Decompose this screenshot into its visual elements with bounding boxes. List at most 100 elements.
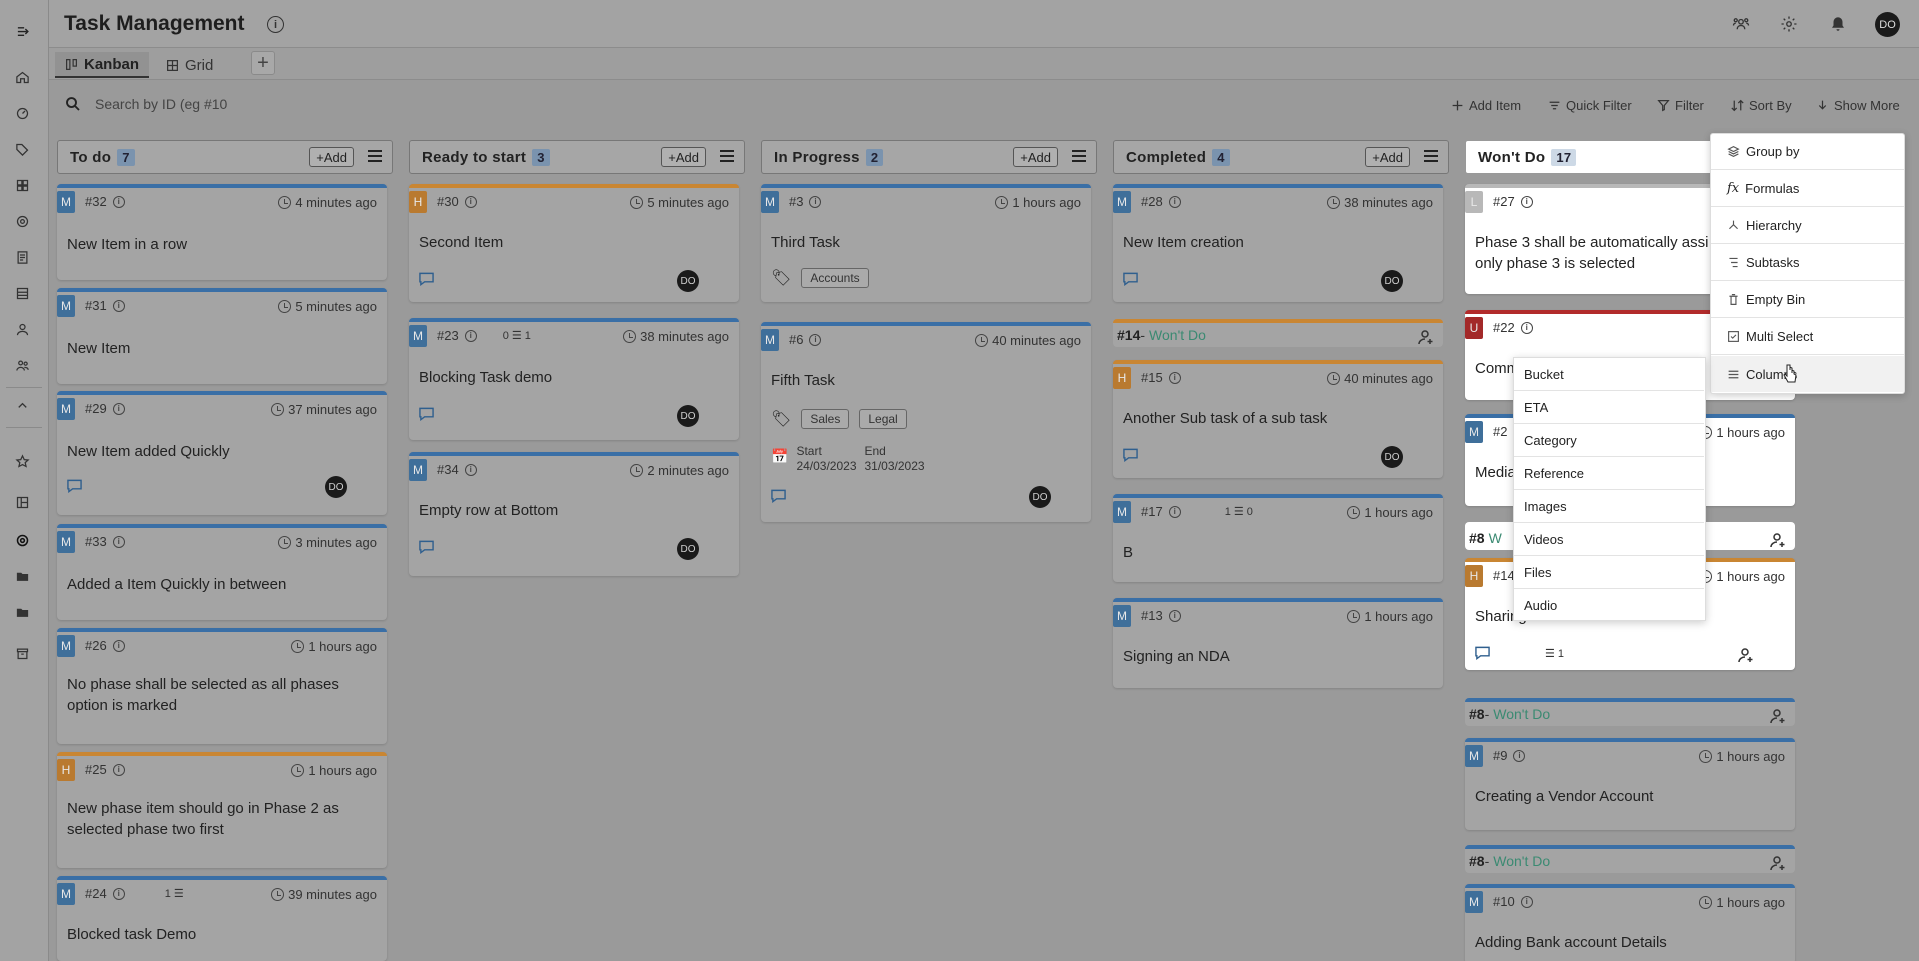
task-card[interactable]: H #30 i 5 minutes ago Second Item DO [409,184,739,302]
assign-user-icon[interactable] [1417,328,1435,346]
tag[interactable]: Legal [859,409,907,429]
menu-item-columns[interactable]: Columns [1711,356,1904,392]
task-card[interactable]: M #28 i 38 minutes ago New Item creation … [1113,184,1443,302]
team-icon[interactable] [1731,14,1751,34]
comment-icon[interactable] [1123,448,1139,463]
info-icon[interactable]: i [464,329,477,342]
comment-icon[interactable] [67,479,83,494]
assign-user-icon[interactable] [1769,531,1787,549]
task-card[interactable]: M #3 i 1 hours ago Third Task 🏷 Accounts [761,184,1091,302]
gear-icon[interactable] [1779,14,1799,34]
task-card[interactable]: M #9 i 1 hours ago Creating a Vendor Acco… [1465,738,1795,830]
task-card[interactable]: M #10 i 1 hours ago Adding Bank account D… [1465,884,1795,961]
menu-item-hierarchy[interactable]: Hierarchy [1711,208,1904,244]
task-card[interactable]: H #25 i 1 hours ago New phase item should… [57,752,387,868]
quick-filter-button[interactable]: Quick Filter [1548,94,1632,116]
star-icon[interactable] [12,451,32,471]
tag[interactable]: Accounts [801,268,869,288]
task-card[interactable]: M #31 i 5 minutes ago New Item [57,288,387,384]
info-icon[interactable]: i [112,887,125,900]
add-view-button[interactable]: + [251,51,275,75]
task-card[interactable]: M #34 i 2 minutes ago Empty row at Bottom… [409,452,739,576]
bell-icon[interactable] [1828,14,1848,34]
column-option-bucket[interactable]: Bucket [1514,358,1704,391]
info-icon[interactable]: i [112,402,125,415]
sort-by-button[interactable]: Sort By [1731,94,1792,116]
task-card[interactable]: M #13 i 1 hours ago Signing an NDA [1113,598,1443,688]
column-option-files[interactable]: Files [1514,556,1704,589]
column-option-images[interactable]: Images [1514,490,1704,523]
task-card[interactable]: M #17 i 1 ☰ 0 1 hours ago B [1113,494,1443,582]
comment-icon[interactable] [419,407,435,422]
avatar[interactable]: DO [1381,270,1403,292]
parent-group-header[interactable]: #8- Won't Do [1465,698,1795,726]
info-icon[interactable]: i [1168,505,1181,518]
avatar[interactable]: DO [677,270,699,292]
comment-icon[interactable] [771,489,787,504]
info-icon[interactable]: i [809,333,822,346]
folder-icon-2[interactable] [12,602,32,622]
dashboard-icon[interactable] [12,103,32,123]
add-card-button[interactable]: +Add [309,147,354,167]
assign-user-icon[interactable] [1769,854,1787,872]
menu-item-subtasks[interactable]: Subtasks [1711,245,1904,281]
filter-button[interactable]: Filter [1657,94,1704,116]
tag[interactable]: Sales [801,409,850,429]
avatar[interactable]: DO [677,405,699,427]
add-card-button[interactable]: +Add [1013,147,1058,167]
info-icon[interactable]: i [1520,195,1533,208]
add-card-button[interactable]: +Add [1365,147,1410,167]
info-icon[interactable]: i [112,299,125,312]
task-card[interactable]: M #6 i 40 minutes ago Fifth Task 🏷 Sales … [761,322,1091,522]
assign-user-icon[interactable] [1737,646,1755,664]
add-card-button[interactable]: +Add [661,147,706,167]
users-icon[interactable] [12,355,32,375]
info-icon[interactable]: i [464,463,477,476]
menu-item-group-by[interactable]: Group by [1711,134,1904,170]
info-icon[interactable]: i [1168,371,1181,384]
column-option-videos[interactable]: Videos [1514,523,1704,556]
comment-icon[interactable] [419,540,435,555]
document-icon[interactable] [12,247,32,267]
user-avatar[interactable]: DO [1875,12,1900,37]
column-option-eta[interactable]: ETA [1514,391,1704,424]
info-icon[interactable]: i [112,639,125,652]
info-icon[interactable]: i [464,195,477,208]
info-icon[interactable]: i [1520,895,1533,908]
tab-kanban[interactable]: Kanban [55,52,150,78]
search-input[interactable] [95,92,245,116]
menu-item-formulas[interactable]: fx Formulas [1711,171,1904,207]
add-item-button[interactable]: Add Item [1451,94,1521,116]
task-card[interactable]: M #26 i 1 hours ago No phase shall be sel… [57,628,387,744]
hamburger-menu-icon[interactable] [1070,147,1088,165]
menu-item-empty-bin[interactable]: Empty Bin [1711,282,1904,318]
grid-icon[interactable] [12,175,32,195]
hamburger-menu-icon[interactable] [1422,147,1440,165]
comment-icon[interactable] [419,272,435,287]
avatar[interactable]: DO [1381,446,1403,468]
hamburger-menu-icon[interactable] [718,147,736,165]
avatar[interactable]: DO [1029,486,1051,508]
info-icon[interactable]: i [267,16,284,33]
chevron-up-icon[interactable] [12,395,32,415]
show-more-button[interactable]: Show More [1816,94,1900,116]
task-card[interactable]: M #33 i 3 minutes ago Added a Item Quickl… [57,524,387,620]
task-card[interactable]: M #23 i 0 ☰ 1 38 minutes ago Blocking Task d… [409,318,739,440]
folder-icon[interactable] [12,566,32,586]
assign-user-icon[interactable] [1769,707,1787,725]
column-option-audio[interactable]: Audio [1514,589,1704,622]
hamburger-menu-icon[interactable] [366,147,384,165]
info-icon[interactable]: i [809,195,822,208]
comment-icon[interactable] [1475,646,1491,661]
info-icon[interactable]: i [1520,321,1533,334]
target-active-icon[interactable] [12,530,32,550]
task-card[interactable]: H #15 i 40 minutes ago Another Sub task o… [1113,360,1443,478]
avatar[interactable]: DO [677,538,699,560]
info-icon[interactable]: i [112,195,125,208]
board-icon[interactable] [12,492,32,512]
tab-grid[interactable]: Grid [156,52,223,78]
info-icon[interactable]: i [112,535,125,548]
parent-group-header[interactable]: #8- Won't Do [1465,845,1795,873]
collapse-menu-icon[interactable] [10,21,36,41]
task-card[interactable]: M #32 i 4 minutes ago New Item in a row [57,184,387,280]
